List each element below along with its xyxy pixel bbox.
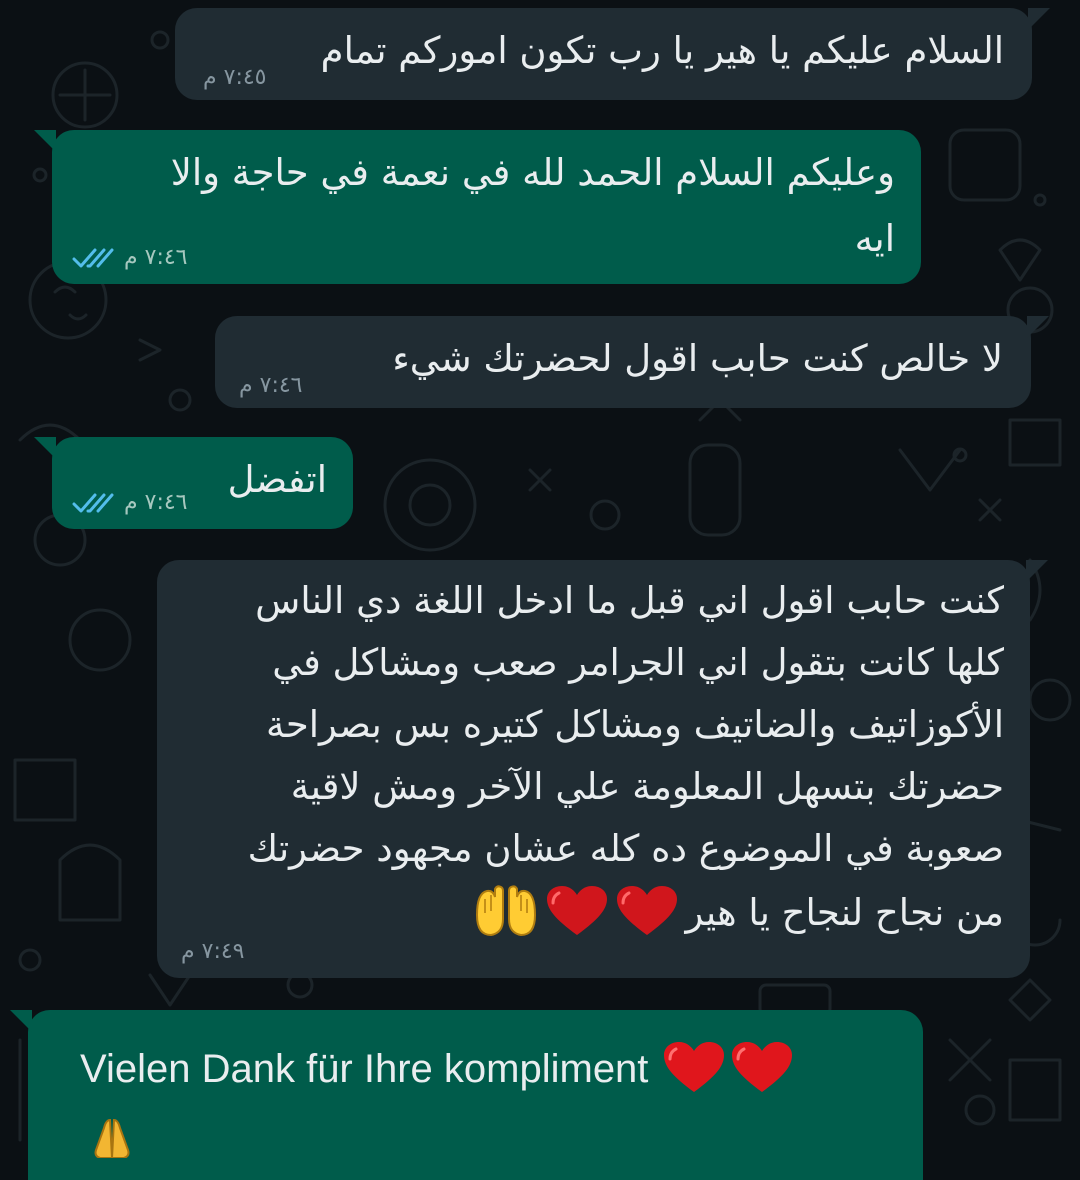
message-text-line: من نجاح لنجاح يا هير — [685, 891, 1004, 934]
message-bubble-outgoing[interactable]: وعليكم السلام الحمد لله في نعمة في حاجة … — [34, 130, 921, 284]
message-text-line: حضرتك بتسهل المعلومة علي الآخر ومش لاقية — [290, 765, 1004, 808]
message-time: ٧:٤٩ م — [181, 939, 245, 964]
bubble-tail — [1026, 560, 1048, 582]
message-meta: ٧:٤٥ م — [203, 65, 267, 90]
bubble-tail — [1028, 8, 1050, 30]
message-time: ٧:٤٦ م — [124, 490, 188, 515]
message-text-line: صعوبة في الموضوع ده كله عشان مجهود حضرتك — [247, 827, 1004, 870]
message-bubble-outgoing[interactable]: اتفضل ٧:٤٦ م — [34, 437, 353, 529]
message-text-line: الأكوزاتيف والضاتيف ومشاكل كتيره بس بصرا… — [266, 703, 1004, 746]
message-text: السلام عليكم يا هير يا رب تكون اموركم تم… — [320, 29, 1004, 72]
message-text: اتفضل — [227, 458, 327, 501]
message-bubble-incoming[interactable]: كنت حابب اقول اني قبل ما ادخل اللغة دي ا… — [157, 560, 1048, 978]
message-bubble-incoming[interactable]: السلام عليكم يا هير يا رب تكون اموركم تم… — [175, 8, 1050, 100]
red-heart-icon — [615, 885, 679, 941]
message-time: ٧:٤٦ م — [124, 245, 188, 270]
double-check-read-icon — [72, 246, 116, 270]
message-last-line: من نجاح لنجاح يا هير — [473, 882, 1004, 944]
message-bubble-outgoing[interactable]: Vielen Dank für Ihre kompliment — [10, 1010, 923, 1180]
message-text-line: كنت حابب اقول اني قبل ما ادخل اللغة دي ا… — [255, 579, 1004, 622]
raising-hands-icon — [473, 885, 539, 941]
chat-thread: السلام عليكم يا هير يا رب تكون اموركم تم… — [0, 0, 1080, 1180]
message-text-line: كلها كانت بتقول اني الجرامر صعب ومشاكل ف… — [272, 641, 1004, 684]
message-meta: ٧:٤٦ م — [239, 373, 303, 398]
double-check-read-icon — [72, 491, 116, 515]
message-time: ٧:٤٥ م — [203, 65, 267, 90]
message-meta: ٧:٤٦ م — [72, 490, 188, 515]
message-meta: ٧:٤٦ م — [72, 245, 188, 270]
message-text: Vielen Dank für Ihre kompliment — [80, 1047, 649, 1091]
message-time: ٧:٤٦ م — [239, 373, 303, 398]
message-bubble-incoming[interactable]: لا خالص كنت حابب اقول لحضرتك شيء ٧:٤٦ م — [215, 316, 1049, 408]
red-heart-icon — [662, 1040, 726, 1098]
red-heart-icon — [730, 1040, 794, 1098]
bubble-tail — [10, 1010, 32, 1032]
red-heart-icon — [545, 885, 609, 941]
folded-hands-icon — [90, 1118, 134, 1162]
bubble-tail — [1027, 316, 1049, 338]
message-text-line: ايه — [854, 217, 895, 260]
message-text-line: وعليكم السلام الحمد لله في نعمة في حاجة … — [170, 151, 895, 194]
message-meta: ٧:٤٩ م — [181, 939, 245, 964]
bubble-tail — [34, 130, 56, 152]
message-line: Vielen Dank für Ihre kompliment — [80, 1038, 794, 1100]
bubble-tail — [34, 437, 56, 459]
message-text: لا خالص كنت حابب اقول لحضرتك شيء — [392, 337, 1003, 380]
